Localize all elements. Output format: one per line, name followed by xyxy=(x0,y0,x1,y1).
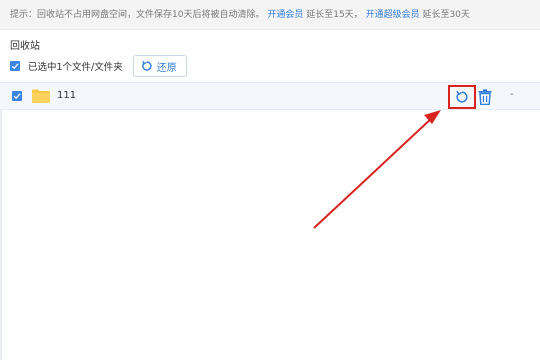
check-icon xyxy=(11,63,19,70)
annotation-arrow xyxy=(313,110,441,229)
restore-button-label: 还原 xyxy=(156,62,177,74)
notice-text: 提示：回收站不占用网盘空间，文件保存10天后将被自动清除。 xyxy=(10,10,265,20)
delete-icon[interactable] xyxy=(478,89,492,105)
restore-icon xyxy=(141,60,152,71)
check-icon xyxy=(13,93,21,100)
selection-toolbar: 已选中1个文件/文件夹 还原 xyxy=(10,55,187,77)
select-all-checkbox[interactable] xyxy=(10,61,20,71)
file-row-checkbox[interactable] xyxy=(12,91,22,101)
file-name[interactable]: 111 xyxy=(57,90,76,101)
recycle-bin-notice: 提示：回收站不占用网盘空间，文件保存10天后将被自动清除。 开通会员 延长至15… xyxy=(0,0,540,30)
notice-svip-extend: 延长至30天 xyxy=(419,10,470,20)
folder-icon xyxy=(32,89,50,103)
page-title: 回收站 xyxy=(10,41,40,52)
notice-vip-extend: 延长至15天， xyxy=(303,10,363,20)
vip-link[interactable]: 开通会员 xyxy=(267,10,303,20)
svip-link[interactable]: 开通超级会员 xyxy=(366,10,420,20)
row-restore-button[interactable] xyxy=(448,85,476,109)
file-extra-info: - xyxy=(510,89,514,100)
selection-count-label: 已选中1个文件/文件夹 xyxy=(28,62,123,73)
restore-button[interactable]: 还原 xyxy=(132,55,187,77)
restore-icon xyxy=(456,90,468,103)
left-divider xyxy=(0,110,2,360)
file-row[interactable]: 111 - xyxy=(0,82,540,110)
